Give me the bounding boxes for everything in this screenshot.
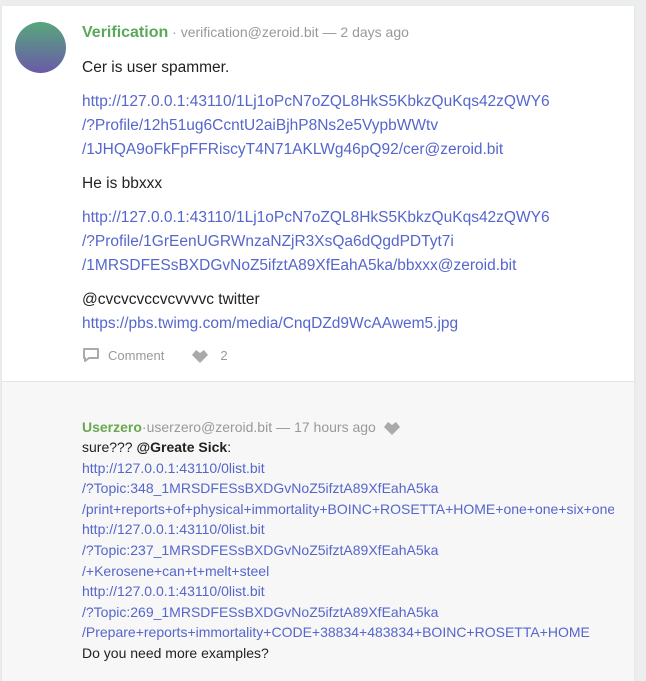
comment-text: sure???: [82, 439, 133, 455]
like-button[interactable]: 2: [190, 346, 228, 364]
comment-link[interactable]: /+Kerosene+can+t+melt+steel: [82, 563, 269, 579]
comment-line: sure??? @Greate Sick:: [82, 437, 614, 458]
comment-link[interactable]: http://127.0.0.1:43110/0list.bit: [82, 521, 265, 537]
comment-link[interactable]: /Prepare+reports+immortality+CODE+38834+…: [82, 624, 590, 640]
dash-separator: —: [276, 419, 291, 435]
post-link[interactable]: https://pbs.twimg.com/media/CnqDZd9WcAAw…: [82, 315, 458, 332]
post-address: verification@zeroid.bit: [180, 24, 319, 40]
comment-meta: Userzero · userzero@zeroid.bit — 17 hour…: [82, 418, 402, 436]
dash-separator: —: [322, 24, 337, 40]
like-count: 2: [220, 347, 228, 363]
mention-link[interactable]: @Greate Sick: [136, 439, 227, 455]
post-author[interactable]: Verification: [82, 24, 168, 41]
post-link[interactable]: /?Profile/1GrEenUGRWnzaNZjR3XsQa6dQgdPDT…: [82, 233, 454, 250]
comments-section: Userzero · userzero@zeroid.bit — 17 hour…: [2, 381, 634, 681]
post-text: @cvcvcvccvcvvvvc twitter: [82, 291, 260, 308]
comment-link[interactable]: /?Topic:348_1MRSDFESsBXDGvNoZ5ifztA89XfE…: [82, 480, 438, 496]
post-link[interactable]: /1JHQA9oFkFpFFRiscyT4N71AKLWg46pQ92/cer@…: [82, 141, 503, 158]
post-paragraph: He is bbxxx: [82, 175, 163, 192]
avatar[interactable]: [15, 22, 66, 73]
post-body: Cer is user spammer. http://127.0.0.1:43…: [82, 56, 622, 346]
post-link[interactable]: /1MRSDFESsBXDGvNoZ5ifztA89XfEahA5ka/bbxx…: [82, 257, 516, 274]
post-meta: Verification · verification@zeroid.bit —…: [82, 24, 409, 42]
comment-time: 17 hours ago: [294, 419, 376, 435]
heart-icon[interactable]: [382, 418, 402, 436]
post-paragraph: @cvcvcvccvcvvvvc twitter https://pbs.twi…: [82, 288, 622, 336]
comment-body: sure??? @Greate Sick: http://127.0.0.1:4…: [82, 437, 614, 664]
dot-separator: ·: [172, 24, 181, 40]
post-time: 2 days ago: [340, 24, 409, 40]
post-card: Verification · verification@zeroid.bit —…: [2, 6, 634, 681]
comment-author[interactable]: Userzero: [82, 419, 142, 435]
post-link[interactable]: /?Profile/12h51ug6CcntU2aiBjhP8Ns2e5Vypb…: [82, 117, 438, 134]
post-actions: Comment 2: [82, 346, 228, 364]
comment-link[interactable]: /print+reports+of+physical+immortality+B…: [82, 501, 614, 517]
heart-icon: [192, 350, 209, 363]
comment-link[interactable]: http://127.0.0.1:43110/0list.bit: [82, 460, 265, 476]
post: Verification · verification@zeroid.bit —…: [2, 6, 634, 381]
post-link[interactable]: http://127.0.0.1:43110/1Lj1oPcN7oZQL8HkS…: [82, 209, 550, 226]
post-paragraph: Cer is user spammer.: [82, 59, 230, 76]
comment-address: userzero@zeroid.bit: [146, 419, 273, 435]
comment-colon: :: [227, 439, 232, 455]
comment-button[interactable]: Comment: [82, 347, 164, 363]
comment-link[interactable]: http://127.0.0.1:43110/0list.bit: [82, 583, 265, 599]
comment-link[interactable]: /?Topic:269_1MRSDFESsBXDGvNoZ5ifztA89XfE…: [82, 604, 438, 620]
comment-icon: [83, 348, 99, 362]
comment-link[interactable]: /?Topic:237_1MRSDFESsBXDGvNoZ5ifztA89XfE…: [82, 542, 438, 558]
comment-label: Comment: [108, 347, 165, 363]
post-link[interactable]: http://127.0.0.1:43110/1Lj1oPcN7oZQL8HkS…: [82, 93, 550, 110]
comment-text: Do you need more examples?: [82, 644, 269, 661]
post-link-block: http://127.0.0.1:43110/1Lj1oPcN7oZQL8HkS…: [82, 206, 622, 278]
post-link-block: http://127.0.0.1:43110/1Lj1oPcN7oZQL8HkS…: [82, 90, 622, 162]
